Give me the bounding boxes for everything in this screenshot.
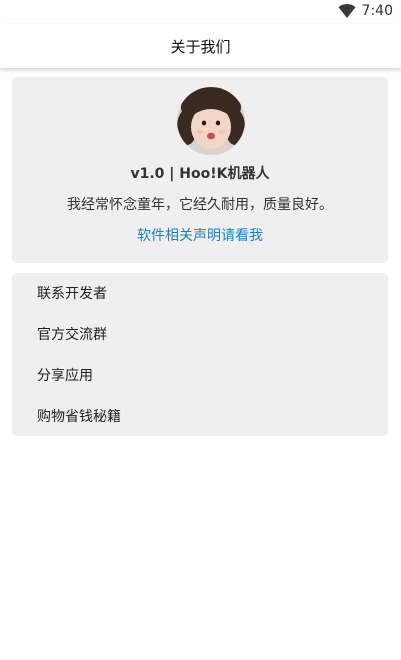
menu-card: 联系开发者 官方交流群 分享应用 购物省钱秘籍 <box>12 273 388 436</box>
menu-item-official-group[interactable]: 官方交流群 <box>12 314 388 354</box>
status-time: 7:40 <box>361 3 393 19</box>
menu-item-label: 联系开发者 <box>37 286 107 302</box>
menu-item-label: 分享应用 <box>37 368 93 384</box>
status-bar: 7:40 <box>0 0 401 24</box>
menu-item-shopping-tips[interactable]: 购物省钱秘籍 <box>12 396 388 436</box>
menu-item-label: 官方交流群 <box>37 327 107 343</box>
status-indicators: 7:40 <box>338 3 393 19</box>
menu-item-share-app[interactable]: 分享应用 <box>12 355 388 395</box>
app-version: v1.0 | Hoo!K机器人 <box>130 166 270 182</box>
app-slogan: 我经常怀念童年，它经久耐用，质量良好。 <box>67 197 333 213</box>
avatar <box>177 87 245 155</box>
page-title: 关于我们 <box>170 37 231 56</box>
app-bar: 关于我们 <box>0 24 401 68</box>
statement-link[interactable]: 软件相关声明请看我 <box>12 225 388 245</box>
about-card: v1.0 | Hoo!K机器人 我经常怀念童年，它经久耐用，质量良好。 软件相关… <box>12 77 388 263</box>
menu-item-label: 购物省钱秘籍 <box>37 409 121 425</box>
menu-item-contact-developer[interactable]: 联系开发者 <box>12 273 388 313</box>
wifi-icon <box>338 3 356 19</box>
